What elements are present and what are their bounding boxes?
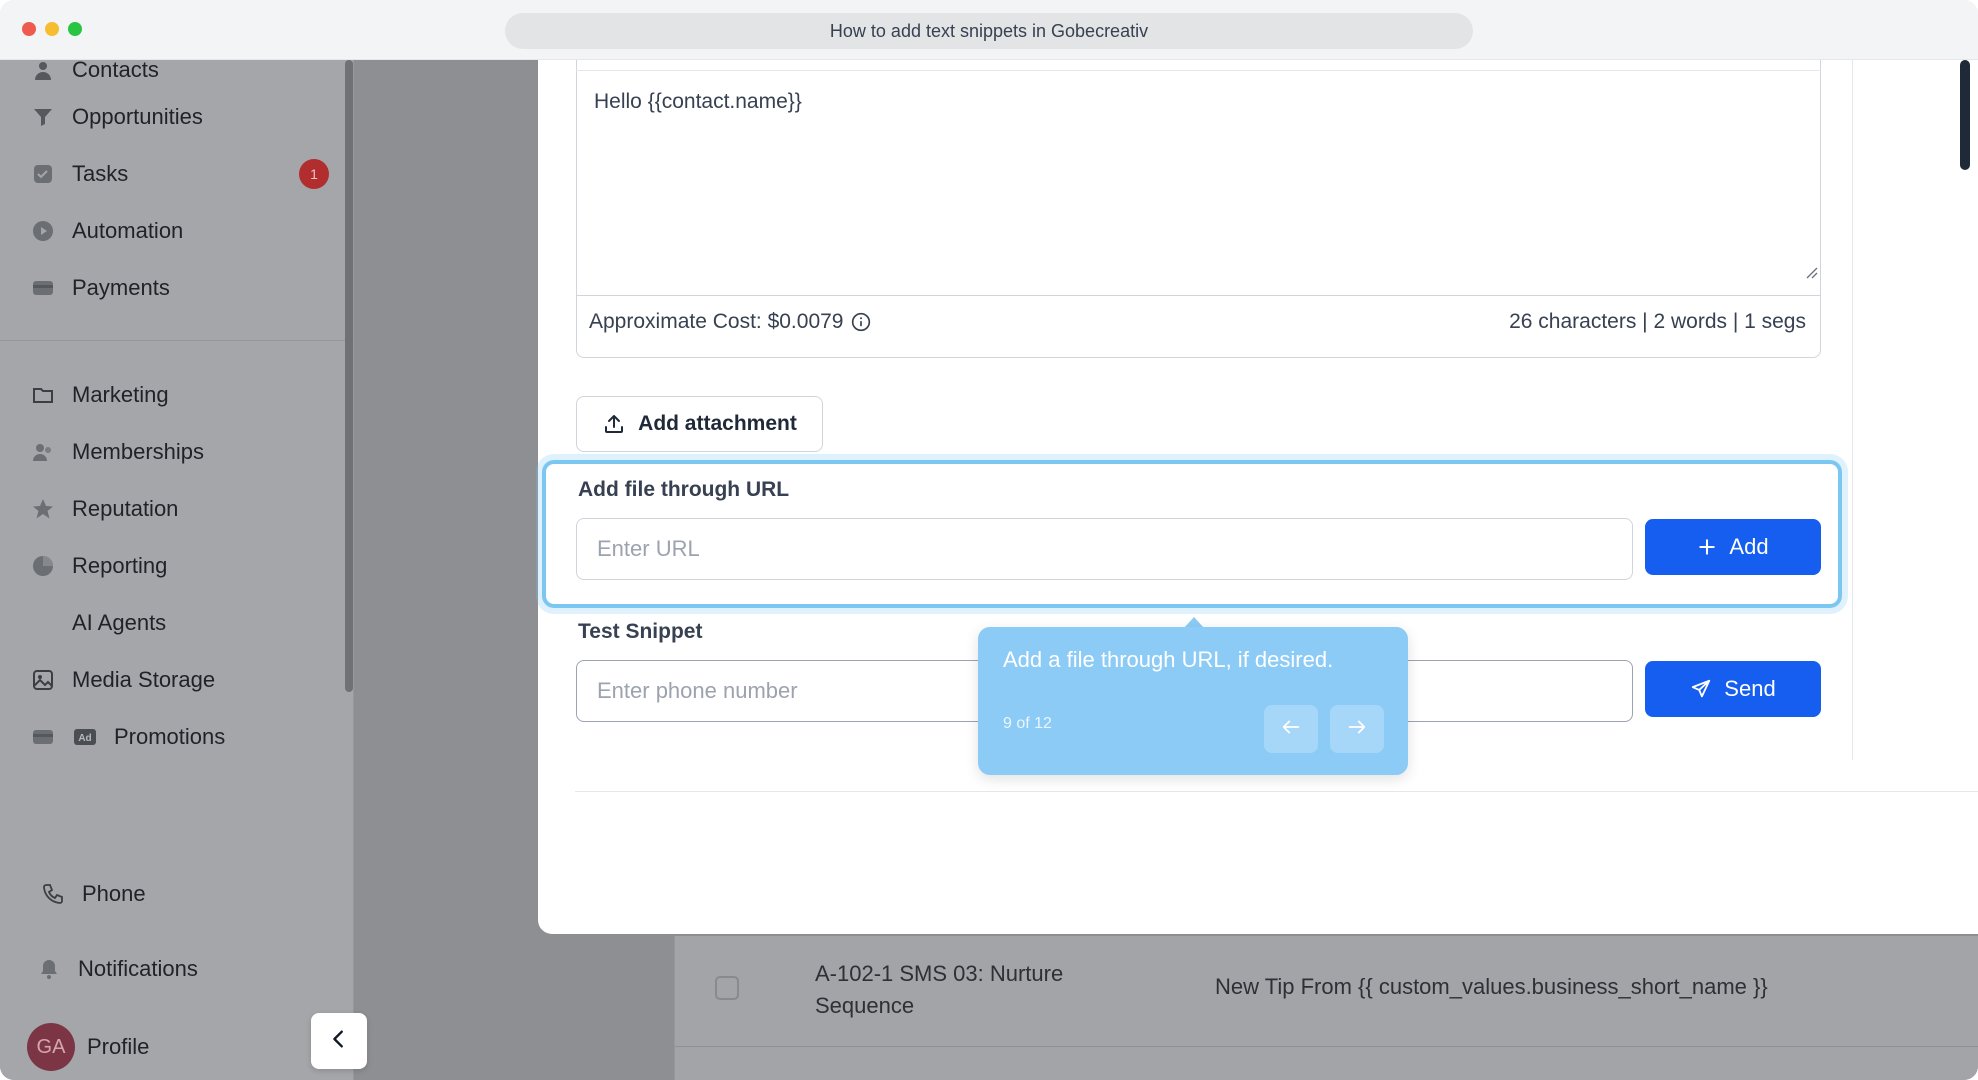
table-row-name[interactable]: A-102-1 SMS 03: Nurture Sequence [815,958,1135,1022]
editor-toolbar-divider [576,70,1821,71]
maximize-window-button[interactable] [68,22,82,36]
modal-panel-edge [1852,60,1853,760]
sidebar-item-label: Profile [87,1034,150,1059]
sidebar-item-memberships[interactable]: Memberships [30,432,204,472]
cost-label: Approximate Cost: $0.0079 [589,310,844,333]
url-section-label: Add file through URL [578,478,790,501]
tasks-count-badge: 1 [299,159,329,189]
sidebar-item-label: Reputation [72,496,179,521]
star-icon [30,496,56,522]
page-scrollbar[interactable] [1960,60,1970,170]
phone-icon [40,881,66,907]
plus-icon [1697,537,1717,557]
row-checkbox[interactable] [715,976,739,1000]
sidebar-item-label: Marketing [72,382,169,407]
sidebar-divider [0,340,346,341]
arrow-left-icon [1280,716,1302,743]
send-icon [1690,678,1712,700]
sidebar-item-reputation[interactable]: Reputation [30,489,178,529]
tour-tooltip: Add a file through URL, if desired. 9 of… [978,627,1408,775]
sidebar-item-label: Promotions [114,724,226,749]
add-attachment-label: Add attachment [638,412,797,435]
image-icon [30,667,56,693]
svg-text:Ad: Ad [78,733,91,744]
sidebar-item-label: AI Agents [72,610,167,635]
avatar[interactable]: GA [27,1023,75,1071]
add-button-label: Add [1729,534,1769,559]
sidebar-item-notifications[interactable]: Notifications [36,949,198,989]
sidebar-item-automation[interactable]: Automation [30,211,183,251]
sidebar-item-label: Media Storage [72,667,216,692]
modal-footer-divider [575,791,1978,792]
sidebar-scrollbar[interactable] [345,60,353,692]
sidebar-item-label: Memberships [72,439,205,464]
sidebar-item-marketing[interactable]: Marketing [30,375,169,415]
automation-icon [30,218,56,244]
collapse-sidebar-button[interactable] [311,1013,367,1069]
arrow-right-icon [1346,716,1368,743]
user-icon [30,60,56,83]
browser-window: How to add text snippets in Gobecreativ … [0,0,1978,1080]
title-bar: How to add text snippets in Gobecreativ [0,0,1978,60]
tooltip-message: Add a file through URL, if desired. [1003,647,1334,672]
tour-next-button[interactable] [1330,705,1384,753]
sidebar-item-label: Payments [72,275,170,300]
chevron-left-icon [328,1028,350,1055]
sidebar-item-opportunities[interactable]: Opportunities [30,97,203,137]
card-icon [30,724,56,750]
sidebar-item-ai-agents[interactable]: AI Agents [30,603,166,643]
send-button-label: Send [1724,676,1776,701]
info-icon[interactable] [851,312,871,332]
add-url-button[interactable]: Add [1645,519,1821,575]
sidebar-item-profile[interactable]: Profile [87,1027,149,1067]
card-icon [30,275,56,301]
message-body[interactable]: Hello {{contact.name}} [594,90,802,114]
ad-icon: Ad [72,724,98,750]
character-counts: 26 characters | 2 words | 1 segs [1509,310,1806,333]
table-row-subject: New Tip From {{ custom_values.business_s… [1215,974,1768,999]
send-test-button[interactable]: Send [1645,661,1821,717]
row-divider [675,1046,1978,1047]
sidebar-item-reporting[interactable]: Reporting [30,546,167,586]
add-attachment-button[interactable]: Add attachment [576,396,823,452]
folder-icon [30,382,56,408]
funnel-icon [30,104,56,130]
sidebar-item-label: Reporting [72,553,168,578]
close-window-button[interactable] [22,22,36,36]
sidebar-item-tasks[interactable]: Tasks [30,154,128,194]
sidebar-item-label: Notifications [78,956,198,981]
sidebar-item-phone[interactable]: Phone [40,874,146,914]
minimize-window-button[interactable] [45,22,59,36]
sidebar-item-label: Opportunities [72,104,203,129]
sidebar-item-media-storage[interactable]: Media Storage [30,660,215,700]
tour-previous-button[interactable] [1264,705,1318,753]
sidebar-item-label: Tasks [72,161,129,186]
test-snippet-label: Test Snippet [578,620,703,643]
users-icon [30,439,56,465]
sidebar-item-label: Phone [82,881,146,906]
app-content: Contacts Opportunities Tasks 1 Automatio… [0,60,1978,1080]
sidebar-item-label: Contacts [72,60,159,82]
sidebar: Contacts Opportunities Tasks 1 Automatio… [0,60,354,1080]
resize-handle-icon[interactable] [1804,265,1818,279]
editor-footer-divider [577,295,1820,296]
sidebar-item-contacts[interactable]: Contacts [30,60,159,90]
url-input[interactable] [576,518,1633,580]
bell-icon [36,956,62,982]
tooltip-step-counter: 9 of 12 [1003,715,1052,732]
sidebar-item-label: Automation [72,218,184,243]
address-bar[interactable]: How to add text snippets in Gobecreativ [505,13,1473,49]
sidebar-item-promotions[interactable]: Ad Promotions [30,717,225,757]
checkbox-icon [30,161,56,187]
upload-icon [602,412,626,436]
approximate-cost: Approximate Cost: $0.0079 [589,310,871,334]
sidebar-item-payments[interactable]: Payments [30,268,170,308]
pie-chart-icon [30,553,56,579]
snippet-table: A-102-1 SMS 03: Nurture Sequence New Tip… [674,936,1978,1080]
